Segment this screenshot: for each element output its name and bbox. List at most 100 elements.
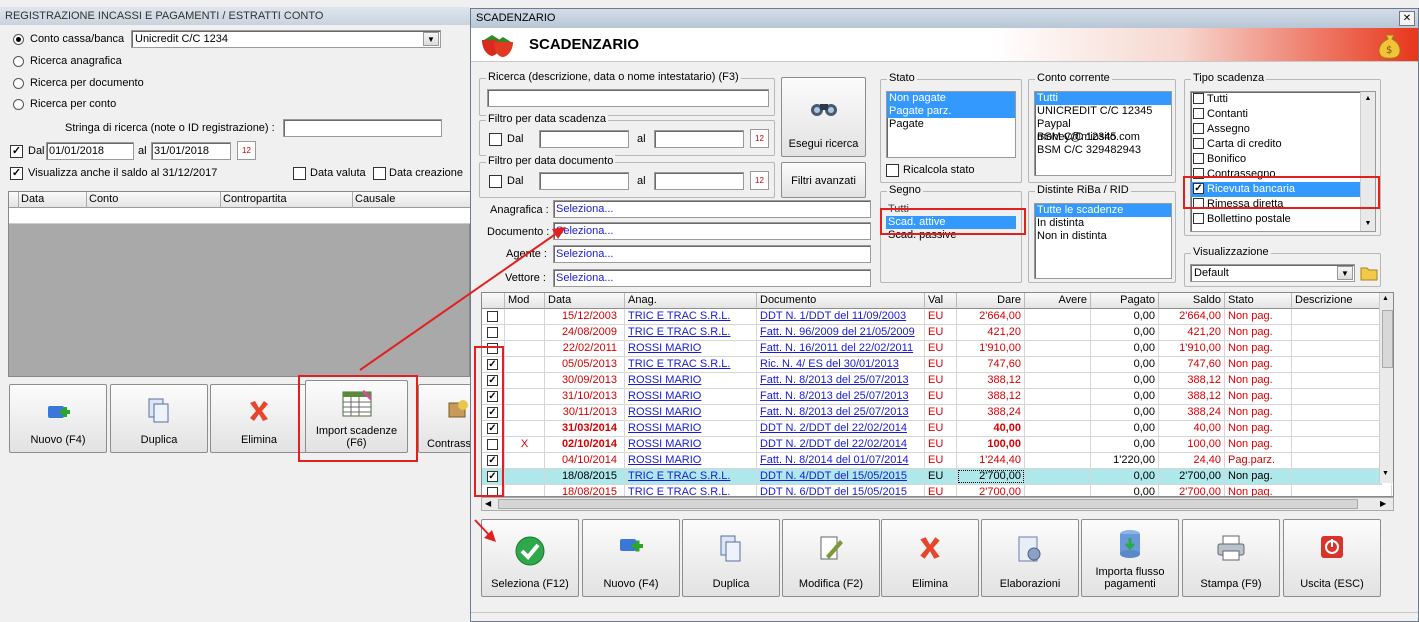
grid-col-header[interactable]: Avere: [1025, 293, 1091, 309]
radio-conto-cassa[interactable]: [13, 34, 24, 45]
conto-item[interactable]: Tutti: [1035, 92, 1171, 105]
table-row[interactable]: 18/08/2015 TRIC E TRAC S.R.L. DDT N. 6/DDT…: [482, 485, 1392, 496]
exit-button[interactable]: Uscita (ESC): [1283, 519, 1381, 597]
edit-button[interactable]: Modifica (F2): [782, 519, 880, 597]
chevron-down-icon[interactable]: ▼: [1337, 266, 1353, 280]
documento-select[interactable]: Seleziona...: [553, 222, 871, 240]
grid-col-header[interactable]: Descrizione: [1292, 293, 1392, 309]
elimina-button[interactable]: Elimina: [210, 384, 308, 453]
conto-item[interactable]: BSM C/C 329482943: [1035, 144, 1171, 157]
cell-doc[interactable]: Fatt. N. 8/2013 del 25/07/2013: [757, 389, 925, 404]
tipo-item[interactable]: Assegno: [1191, 122, 1361, 137]
cell-doc[interactable]: DDT N. 4/DDT del 15/05/2015: [757, 469, 925, 484]
chevron-down-icon[interactable]: ▼: [423, 32, 439, 46]
tipo-checkbox[interactable]: [1193, 108, 1204, 119]
tipo-checkbox[interactable]: [1193, 138, 1204, 149]
distinte-item[interactable]: Tutte le scadenze: [1035, 204, 1171, 217]
grid-col-header[interactable]: Data: [545, 293, 625, 309]
tipo-item[interactable]: Contanti: [1191, 107, 1361, 122]
conto-item[interactable]: BSM C/C 12345: [1035, 131, 1171, 144]
tipo-scrollbar[interactable]: ▲ ▼: [1360, 92, 1375, 231]
conto-select[interactable]: Unicredit C/C 1234 ▼: [131, 30, 441, 48]
search-string-input[interactable]: [283, 119, 442, 137]
table-row[interactable]: 24/08/2009 TRIC E TRAC S.R.L. Fatt. N. 96/…: [482, 325, 1392, 341]
radio-ricerca-anagrafica[interactable]: [13, 56, 24, 67]
check-button[interactable]: Seleziona (F12): [481, 519, 579, 597]
grid-col-header[interactable]: Mod: [505, 293, 545, 309]
tipo-item[interactable]: Tutti: [1191, 92, 1361, 107]
grid-col-header[interactable]: Anag.: [625, 293, 757, 309]
table-row[interactable]: ✓ 30/11/2013 ROSSI MARIO Fatt. N. 8/2013 de…: [482, 405, 1392, 421]
grid-col-header[interactable]: Val: [925, 293, 957, 309]
conto-item[interactable]: Paypal money@miosito.com: [1035, 118, 1171, 143]
calendar-icon[interactable]: 12: [750, 129, 769, 148]
conto-item[interactable]: UNICREDIT C/C 12345: [1035, 105, 1171, 118]
saldo-checkbox[interactable]: ✓: [10, 167, 23, 180]
stato-item[interactable]: Pagate parz.: [887, 105, 1015, 118]
cell-doc[interactable]: Fatt. N. 8/2014 del 01/07/2014: [757, 453, 925, 468]
cell-anag[interactable]: TRIC E TRAC S.R.L.: [625, 309, 757, 324]
contrass-button[interactable]: Contrass: [418, 384, 478, 453]
folder-icon[interactable]: [1360, 265, 1378, 281]
grid-col-header[interactable]: Dare: [957, 293, 1025, 309]
esegui-ricerca-button[interactable]: Esegui ricerca: [781, 77, 866, 157]
table-row[interactable]: ✓ 30/09/2013 ROSSI MARIO Fatt. N. 8/2013 de…: [482, 373, 1392, 389]
distinte-item[interactable]: Non in distinta: [1035, 230, 1171, 243]
scroll-up-icon[interactable]: ▲: [1382, 295, 1389, 302]
nuovo-button[interactable]: Nuovo (F4): [9, 384, 107, 453]
print-button[interactable]: Stampa (F9): [1182, 519, 1280, 597]
cell-anag[interactable]: ROSSI MARIO: [625, 373, 757, 388]
table-row[interactable]: ✓ 31/10/2013 ROSSI MARIO Fatt. N. 8/2013 de…: [482, 389, 1392, 405]
cell-doc[interactable]: DDT N. 6/DDT del 15/05/2015: [757, 485, 925, 496]
filtro-scadenza-dal-input[interactable]: [539, 130, 629, 148]
cell-anag[interactable]: ROSSI MARIO: [625, 389, 757, 404]
tipo-item[interactable]: Bonifico: [1191, 152, 1361, 167]
tipo-checkbox[interactable]: [1193, 123, 1204, 134]
grid-col-header[interactable]: [482, 293, 505, 309]
dal-checkbox[interactable]: ✓: [10, 145, 23, 158]
delete-button[interactable]: Elimina: [881, 519, 979, 597]
radio-ricerca-documento[interactable]: [13, 78, 24, 89]
stato-item[interactable]: Pagate: [887, 118, 1015, 131]
cell-doc[interactable]: Ric. N. 4/ ES del 30/01/2013: [757, 357, 925, 372]
filtro-scadenza-al-input[interactable]: [654, 130, 744, 148]
cell-anag[interactable]: TRIC E TRAC S.R.L.: [625, 357, 757, 372]
duplica-button[interactable]: Duplica: [110, 384, 208, 453]
scroll-down-icon[interactable]: ▼: [1362, 218, 1374, 230]
ricerca-input[interactable]: [487, 89, 769, 107]
grid-vscroll[interactable]: ▲ ▼: [1379, 293, 1393, 483]
tipo-item[interactable]: Carta di credito: [1191, 137, 1361, 152]
table-row[interactable]: ✓ 04/10/2014 ROSSI MARIO Fatt. N. 8/2014 de…: [482, 453, 1392, 469]
left-grid[interactable]: Data Conto Contropartita Causale: [8, 191, 471, 377]
cell-anag[interactable]: TRIC E TRAC S.R.L.: [625, 469, 757, 484]
tipo-scadenza-list[interactable]: Tutti Contanti Assegno Carta di credito Boni…: [1190, 91, 1376, 232]
table-row[interactable]: ✓ 18/08/2015 TRIC E TRAC S.R.L. DDT N. 4/DD…: [482, 469, 1392, 485]
grid-col-header[interactable]: Documento: [757, 293, 925, 309]
data-valuta-checkbox[interactable]: [293, 167, 306, 180]
hscroll-thumb[interactable]: [498, 499, 1358, 509]
cell-doc[interactable]: Fatt. N. 8/2013 del 25/07/2013: [757, 405, 925, 420]
scroll-thumb[interactable]: [1382, 310, 1393, 368]
filtro-documento-checkbox[interactable]: [489, 175, 502, 188]
filtro-scadenza-checkbox[interactable]: [489, 133, 502, 146]
cell-anag[interactable]: ROSSI MARIO: [625, 421, 757, 436]
cell-anag[interactable]: TRIC E TRAC S.R.L.: [625, 485, 757, 496]
tipo-checkbox[interactable]: [1193, 153, 1204, 164]
filtro-documento-al-input[interactable]: [654, 172, 744, 190]
process-button[interactable]: Elaborazioni: [981, 519, 1079, 597]
dal-input[interactable]: 01/01/2018: [46, 142, 134, 160]
grid-col-header[interactable]: Saldo: [1159, 293, 1225, 309]
cell-anag[interactable]: ROSSI MARIO: [625, 341, 757, 356]
scadenze-grid[interactable]: Mod Data Anag. Documento Val Dare Avere Pagato S…: [481, 292, 1394, 497]
scroll-left-icon[interactable]: ◀: [485, 499, 491, 508]
tipo-item[interactable]: Bollettino postale: [1191, 212, 1361, 227]
vettore-select[interactable]: Seleziona...: [553, 269, 871, 287]
table-row[interactable]: ✓ 05/05/2013 TRIC E TRAC S.R.L. Ric. N. 4/ …: [482, 357, 1392, 373]
agente-select[interactable]: Seleziona...: [553, 245, 871, 263]
cell-anag[interactable]: ROSSI MARIO: [625, 453, 757, 468]
data-creazione-checkbox[interactable]: [373, 167, 386, 180]
cell-doc[interactable]: Fatt. N. 8/2013 del 25/07/2013: [757, 373, 925, 388]
conto-corrente-list[interactable]: Tutti UNICREDIT C/C 12345 Paypal money@m…: [1034, 91, 1172, 176]
cell-doc[interactable]: Fatt. N. 16/2011 del 22/02/2011: [757, 341, 925, 356]
import-button[interactable]: Importa flusso pagamenti: [1081, 519, 1179, 597]
